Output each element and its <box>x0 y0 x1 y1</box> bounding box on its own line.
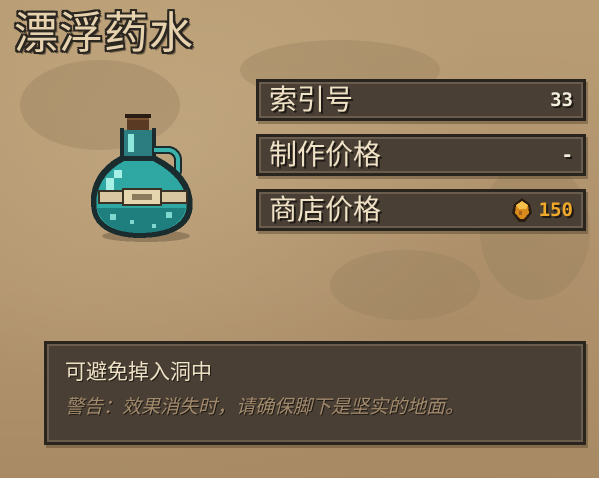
background-stain <box>330 250 480 320</box>
stat-row-shop-price: 商店价格 150 <box>256 189 586 231</box>
stat-label: 商店价格 <box>269 193 382 226</box>
item-description: 可避免掉入洞中 <box>65 360 212 384</box>
stat-value: - <box>561 144 573 166</box>
stat-value: 33 <box>550 89 573 111</box>
stat-row-index: 索引号 33 <box>256 79 586 121</box>
stat-label: 索引号 <box>269 83 354 116</box>
item-warning: 警告：效果消失时，请确保脚下是坚实的地面。 <box>65 396 465 418</box>
description-box: 可避免掉入洞中 警告：效果消失时，请确保脚下是坚实的地面。 <box>44 341 586 445</box>
stat-label: 制作价格 <box>269 138 382 171</box>
stat-row-craft-price: 制作价格 - <box>256 134 586 176</box>
gold-coin-icon <box>511 197 533 223</box>
item-title: 漂浮药水 <box>14 8 194 59</box>
shop-price-amount: 150 <box>538 199 573 221</box>
shop-price-value: 150 <box>511 197 573 223</box>
teal-potion-flask-icon <box>80 108 208 248</box>
